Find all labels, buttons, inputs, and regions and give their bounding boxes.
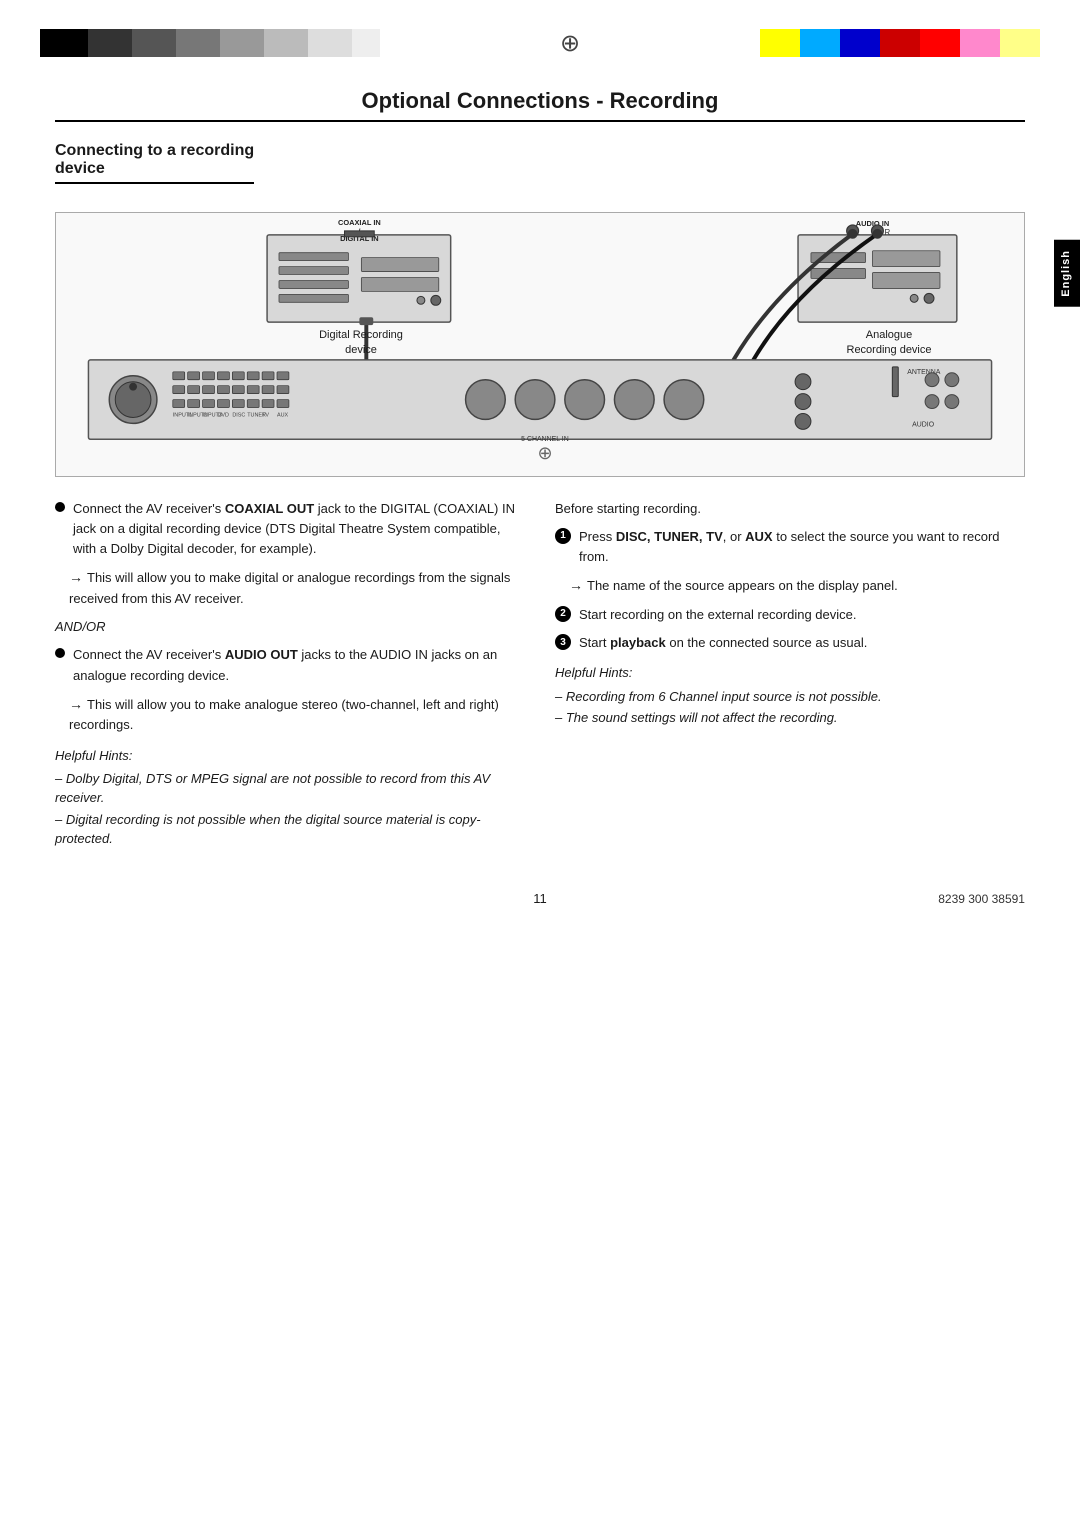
- step-text-2: Start recording on the external recordin…: [579, 605, 1025, 625]
- svg-text:TV: TV: [262, 412, 269, 418]
- svg-text:DVD: DVD: [217, 412, 229, 418]
- step-2: 2 Start recording on the external record…: [555, 605, 1025, 625]
- bullet-dot-1: [55, 502, 65, 512]
- svg-text:AUDIO IN: AUDIO IN: [856, 219, 889, 228]
- out-label: OUT: [270, 647, 297, 662]
- header-color-bars: ⊕: [0, 0, 1080, 68]
- arrow-text-2: →This will allow you to make analogue st…: [69, 694, 525, 736]
- step-num-2: 2: [555, 606, 571, 622]
- before-recording-label: Before starting recording.: [555, 499, 1025, 519]
- step-num-3: 3: [555, 634, 571, 650]
- section-heading: Connecting to a recording device: [55, 142, 254, 184]
- step-text-3: Start playback on the connected source a…: [579, 633, 1025, 653]
- section-heading-line1: Connecting to a recording: [55, 142, 254, 159]
- svg-text:DISC: DISC: [232, 412, 245, 418]
- analogue-device-label: Analogue Recording device: [809, 328, 969, 359]
- bullet-item-1: Connect the AV receiver's COAXIAL OUT ja…: [55, 499, 525, 559]
- section-heading-line2: device: [55, 160, 105, 177]
- hint-left-2: – Digital recording is not possible when…: [55, 810, 525, 849]
- body-text: Connect the AV receiver's COAXIAL OUT ja…: [55, 499, 1025, 851]
- svg-text:/: /: [358, 227, 360, 236]
- svg-text:COAXIAL IN: COAXIAL IN: [338, 218, 381, 227]
- bullet-dot-2: [55, 648, 65, 658]
- hint-right-1: – Recording from 6 Channel input source …: [555, 687, 1025, 707]
- page-footer: 11 8239 300 38591: [55, 891, 1025, 906]
- hint-left-1: – Dolby Digital, DTS or MPEG signal are …: [55, 769, 525, 808]
- svg-text:ANTENNA: ANTENNA: [907, 369, 941, 376]
- bullet-text-2: Connect the AV receiver's AUDIO OUT jack…: [73, 645, 525, 685]
- svg-text:L: L: [855, 228, 860, 237]
- svg-text:INPUT3: INPUT3: [203, 412, 222, 418]
- arrow-text-1: →This will allow you to make digital or …: [69, 567, 525, 609]
- arrow-symbol-2: →: [69, 696, 83, 712]
- hints-label-right: Helpful Hints:: [555, 663, 1025, 683]
- hint-right-2: – The sound settings will not affect the…: [555, 708, 1025, 728]
- diagram-box: COAXIAL IN / DIGITAL IN: [55, 212, 1025, 477]
- svg-text:INPUT1: INPUT1: [173, 412, 192, 418]
- page-code: 8239 300 38591: [938, 892, 1025, 906]
- svg-text:INPUT2: INPUT2: [188, 412, 207, 418]
- svg-text:AUX: AUX: [277, 412, 289, 418]
- step-text-1: Press DISC, TUNER, TV, or AUX to select …: [579, 527, 1025, 567]
- step1-arrow: →The name of the source appears on the d…: [569, 575, 1025, 597]
- hints-label-left: Helpful Hints:: [55, 746, 525, 766]
- page-title: Optional Connections - Recording: [55, 88, 1025, 122]
- svg-text:⊕: ⊕: [537, 443, 552, 463]
- right-column: Before starting recording. 1 Press DISC,…: [555, 499, 1025, 851]
- bullet-item-2: Connect the AV receiver's AUDIO OUT jack…: [55, 645, 525, 685]
- svg-text:R: R: [884, 228, 890, 237]
- svg-text:AUDIO: AUDIO: [912, 421, 935, 428]
- color-bar-left: [40, 29, 380, 57]
- step-3: 3 Start playback on the connected source…: [555, 633, 1025, 653]
- page-content: Optional Connections - Recording Connect…: [0, 78, 1080, 936]
- bullet-text-1: Connect the AV receiver's COAXIAL OUT ja…: [73, 499, 525, 559]
- left-column: Connect the AV receiver's COAXIAL OUT ja…: [55, 499, 525, 851]
- andor-label: AND/OR: [55, 617, 525, 637]
- page-number: 11: [378, 891, 701, 906]
- step-num-1: 1: [555, 528, 571, 544]
- step-1: 1 Press DISC, TUNER, TV, or AUX to selec…: [555, 527, 1025, 567]
- color-bar-right: [760, 29, 1040, 57]
- crosshair-icon: ⊕: [545, 18, 595, 68]
- svg-text:5 CHANNEL IN: 5 CHANNEL IN: [521, 436, 569, 443]
- svg-text:DIGITAL IN: DIGITAL IN: [340, 234, 379, 243]
- arrow-symbol-1: →: [69, 569, 83, 585]
- svg-text:TUNER: TUNER: [247, 412, 266, 418]
- digital-device-label: Digital Recording device: [251, 328, 471, 359]
- arrow-symbol-3: →: [569, 577, 583, 593]
